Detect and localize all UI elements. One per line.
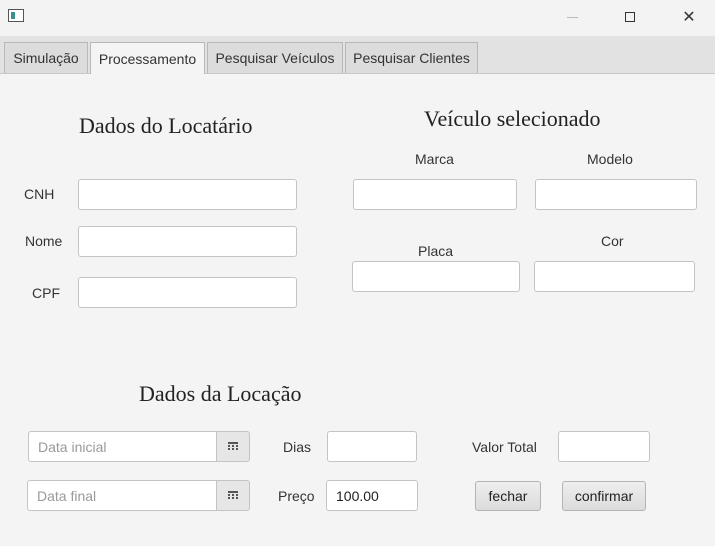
cpf-label: CPF	[32, 285, 60, 301]
minimize-button[interactable]	[549, 0, 595, 34]
nome-label: Nome	[25, 233, 63, 249]
locatario-title: Dados do Locatário	[79, 113, 253, 138]
minimize-icon	[566, 16, 578, 18]
tab-pesquisar-clientes[interactable]: Pesquisar Clientes	[345, 42, 478, 73]
data-inicial-input[interactable]	[28, 431, 218, 462]
valor-total-label: Valor Total	[472, 439, 537, 455]
cor-input[interactable]	[534, 261, 695, 292]
dias-input[interactable]	[327, 431, 417, 462]
tab-processamento[interactable]: Processamento	[90, 42, 205, 74]
tab-simulacao[interactable]: Simulação	[4, 42, 88, 73]
nome-input[interactable]	[78, 226, 297, 257]
marca-label: Marca	[415, 151, 454, 167]
app-icon	[8, 9, 24, 22]
maximize-icon	[625, 12, 635, 22]
data-final-input[interactable]	[27, 480, 218, 511]
calendar-icon	[228, 491, 238, 500]
tab-pesquisar-veiculos[interactable]: Pesquisar Veículos	[207, 42, 343, 73]
fechar-button[interactable]: fechar	[475, 481, 541, 511]
cnh-label: CNH	[24, 186, 55, 202]
calendar-icon	[228, 442, 238, 451]
preco-label: Preço	[278, 488, 315, 504]
close-button[interactable]: ✕	[666, 0, 712, 34]
close-icon: ✕	[682, 9, 696, 26]
dias-label: Dias	[283, 439, 312, 455]
valor-total-input[interactable]	[558, 431, 650, 462]
preco-input[interactable]	[326, 480, 418, 511]
data-final-calendar-button[interactable]	[216, 480, 250, 511]
locacao-title: Dados da Locação	[139, 381, 302, 406]
placa-label: Placa	[418, 243, 454, 259]
modelo-input[interactable]	[535, 179, 697, 210]
veiculo-title: Veículo selecionado	[424, 106, 601, 131]
cnh-input[interactable]	[78, 179, 297, 210]
tab-bar: Simulação Processamento Pesquisar Veícul…	[0, 36, 715, 74]
maximize-button[interactable]	[607, 0, 653, 34]
placa-input[interactable]	[352, 261, 520, 292]
cpf-input[interactable]	[78, 277, 297, 308]
title-bar: ✕	[0, 0, 715, 36]
marca-input[interactable]	[353, 179, 517, 210]
cor-label: Cor	[601, 233, 624, 249]
confirmar-button[interactable]: confirmar	[562, 481, 646, 511]
data-inicial-calendar-button[interactable]	[216, 431, 250, 462]
modelo-label: Modelo	[587, 151, 633, 167]
